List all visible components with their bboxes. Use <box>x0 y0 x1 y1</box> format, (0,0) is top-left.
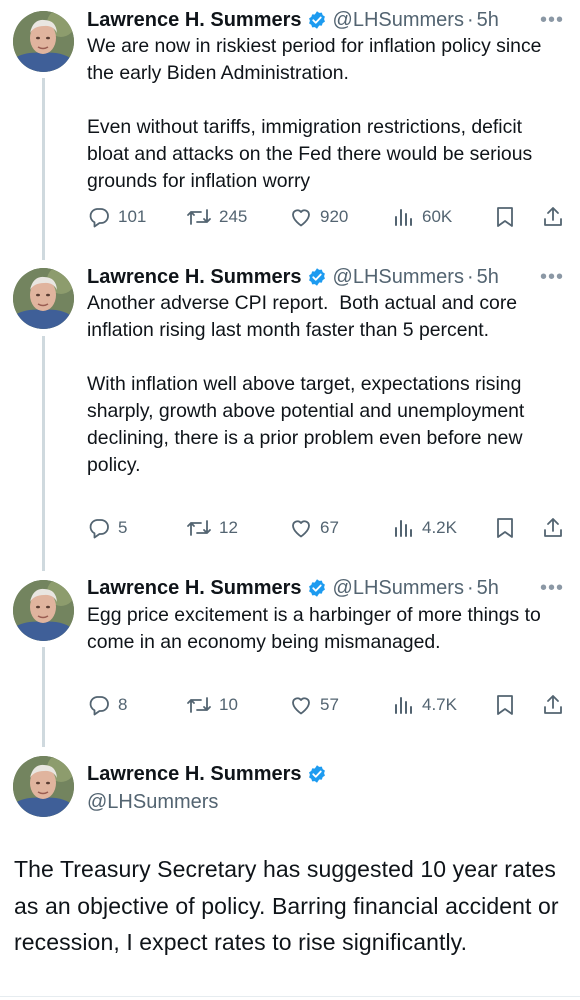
tweet-actions: 101 245 920 60K <box>87 202 567 232</box>
share-icon <box>544 695 562 714</box>
divider <box>0 996 580 997</box>
share-button[interactable] <box>541 690 565 720</box>
bookmark-button[interactable] <box>495 513 515 543</box>
bookmark-icon <box>497 518 513 538</box>
tweet-time[interactable]: 5h <box>477 263 499 291</box>
reply-count: 8 <box>118 695 128 714</box>
avatar[interactable] <box>13 756 74 817</box>
share-icon <box>544 518 562 537</box>
share-icon <box>544 207 562 226</box>
author-name[interactable]: Lawrence H. Summers <box>87 6 302 34</box>
verified-icon <box>307 578 327 598</box>
author-name[interactable]: Lawrence H. Summers <box>87 574 302 602</box>
verified-icon <box>307 267 327 287</box>
reply-button[interactable]: 8 <box>87 690 127 720</box>
bookmark-icon <box>497 207 513 227</box>
more-icon[interactable]: ••• <box>540 6 564 34</box>
retweet-icon <box>187 209 211 225</box>
like-button[interactable]: 920 <box>289 202 348 232</box>
main-tweet-text: The Treasury Secretary has suggested 10 … <box>14 856 559 955</box>
main-tweet-header: Lawrence H. Summers @LHSummers <box>87 760 333 816</box>
like-count: 57 <box>320 695 339 714</box>
bookmark-button[interactable] <box>495 202 515 232</box>
retweet-count: 245 <box>219 207 248 226</box>
reply-button[interactable]: 101 <box>87 202 146 232</box>
views-button[interactable]: 4.7K <box>393 690 457 720</box>
like-icon <box>292 697 310 715</box>
views-button[interactable]: 60K <box>393 202 452 232</box>
reply-count: 5 <box>118 518 128 537</box>
verified-icon <box>307 764 327 784</box>
reply-icon <box>89 696 109 716</box>
tweet-text: Egg price excitement is a harbinger of m… <box>87 604 547 653</box>
author-handle[interactable]: @LHSummers <box>333 263 464 291</box>
retweet-button[interactable]: 12 <box>186 513 238 543</box>
thread-line <box>42 336 45 571</box>
like-count: 67 <box>320 518 339 537</box>
retweet-icon <box>187 697 211 713</box>
author-name[interactable]: Lawrence H. Summers <box>87 263 302 291</box>
author-handle[interactable]: @LHSummers <box>333 574 464 602</box>
reply-icon <box>89 519 109 539</box>
bookmark-button[interactable] <box>495 690 515 720</box>
tweet-text: Another adverse CPI report. Both actual … <box>87 292 525 476</box>
views-icon <box>395 697 412 714</box>
tweet-time[interactable]: 5h <box>477 574 499 602</box>
views-icon <box>395 520 412 537</box>
tweet-actions: 5 12 67 4.2K <box>87 513 567 543</box>
reply-icon <box>89 208 109 228</box>
like-button[interactable]: 57 <box>289 690 339 720</box>
view-count: 4.2K <box>422 518 457 537</box>
more-icon[interactable]: ••• <box>540 574 564 602</box>
reply-button[interactable]: 5 <box>87 513 127 543</box>
views-icon <box>395 209 412 226</box>
retweet-button[interactable]: 245 <box>186 202 247 232</box>
like-icon <box>292 209 310 227</box>
avatar[interactable] <box>13 580 74 641</box>
tweet-actions: 8 10 57 4.7K <box>87 690 567 720</box>
tweet-header: Lawrence H. Summers @LHSummers · 5h ••• <box>87 263 566 291</box>
view-count: 60K <box>422 207 453 226</box>
retweet-count: 10 <box>219 695 238 714</box>
like-button[interactable]: 67 <box>289 513 339 543</box>
views-button[interactable]: 4.2K <box>393 513 457 543</box>
retweet-icon <box>187 520 211 536</box>
author-name-row[interactable]: Lawrence H. Summers <box>87 760 333 788</box>
more-icon[interactable]: ••• <box>540 263 564 291</box>
verified-icon <box>307 10 327 30</box>
reply-count: 101 <box>118 207 147 226</box>
share-button[interactable] <box>541 513 565 543</box>
thread-line <box>42 78 45 260</box>
avatar[interactable] <box>13 11 74 72</box>
separator-dot: · <box>466 9 474 31</box>
retweet-button[interactable]: 10 <box>186 690 238 720</box>
like-icon <box>292 520 310 538</box>
author-handle[interactable]: @LHSummers <box>87 788 333 816</box>
thread-line <box>42 647 45 747</box>
tweet-header: Lawrence H. Summers @LHSummers · 5h ••• <box>87 6 566 34</box>
view-count: 4.7K <box>422 695 457 714</box>
tweet-header: Lawrence H. Summers @LHSummers · 5h ••• <box>87 574 566 602</box>
separator-dot: · <box>466 577 474 599</box>
tweet-text: We are now in riskiest period for inflat… <box>87 35 542 192</box>
like-count: 920 <box>320 207 349 226</box>
tweet-time[interactable]: 5h <box>477 6 499 34</box>
retweet-count: 12 <box>219 518 238 537</box>
share-button[interactable] <box>541 202 565 232</box>
separator-dot: · <box>466 266 474 288</box>
author-name[interactable]: Lawrence H. Summers <box>87 760 302 788</box>
bookmark-icon <box>497 695 513 715</box>
avatar[interactable] <box>13 268 74 329</box>
author-handle[interactable]: @LHSummers <box>333 6 464 34</box>
